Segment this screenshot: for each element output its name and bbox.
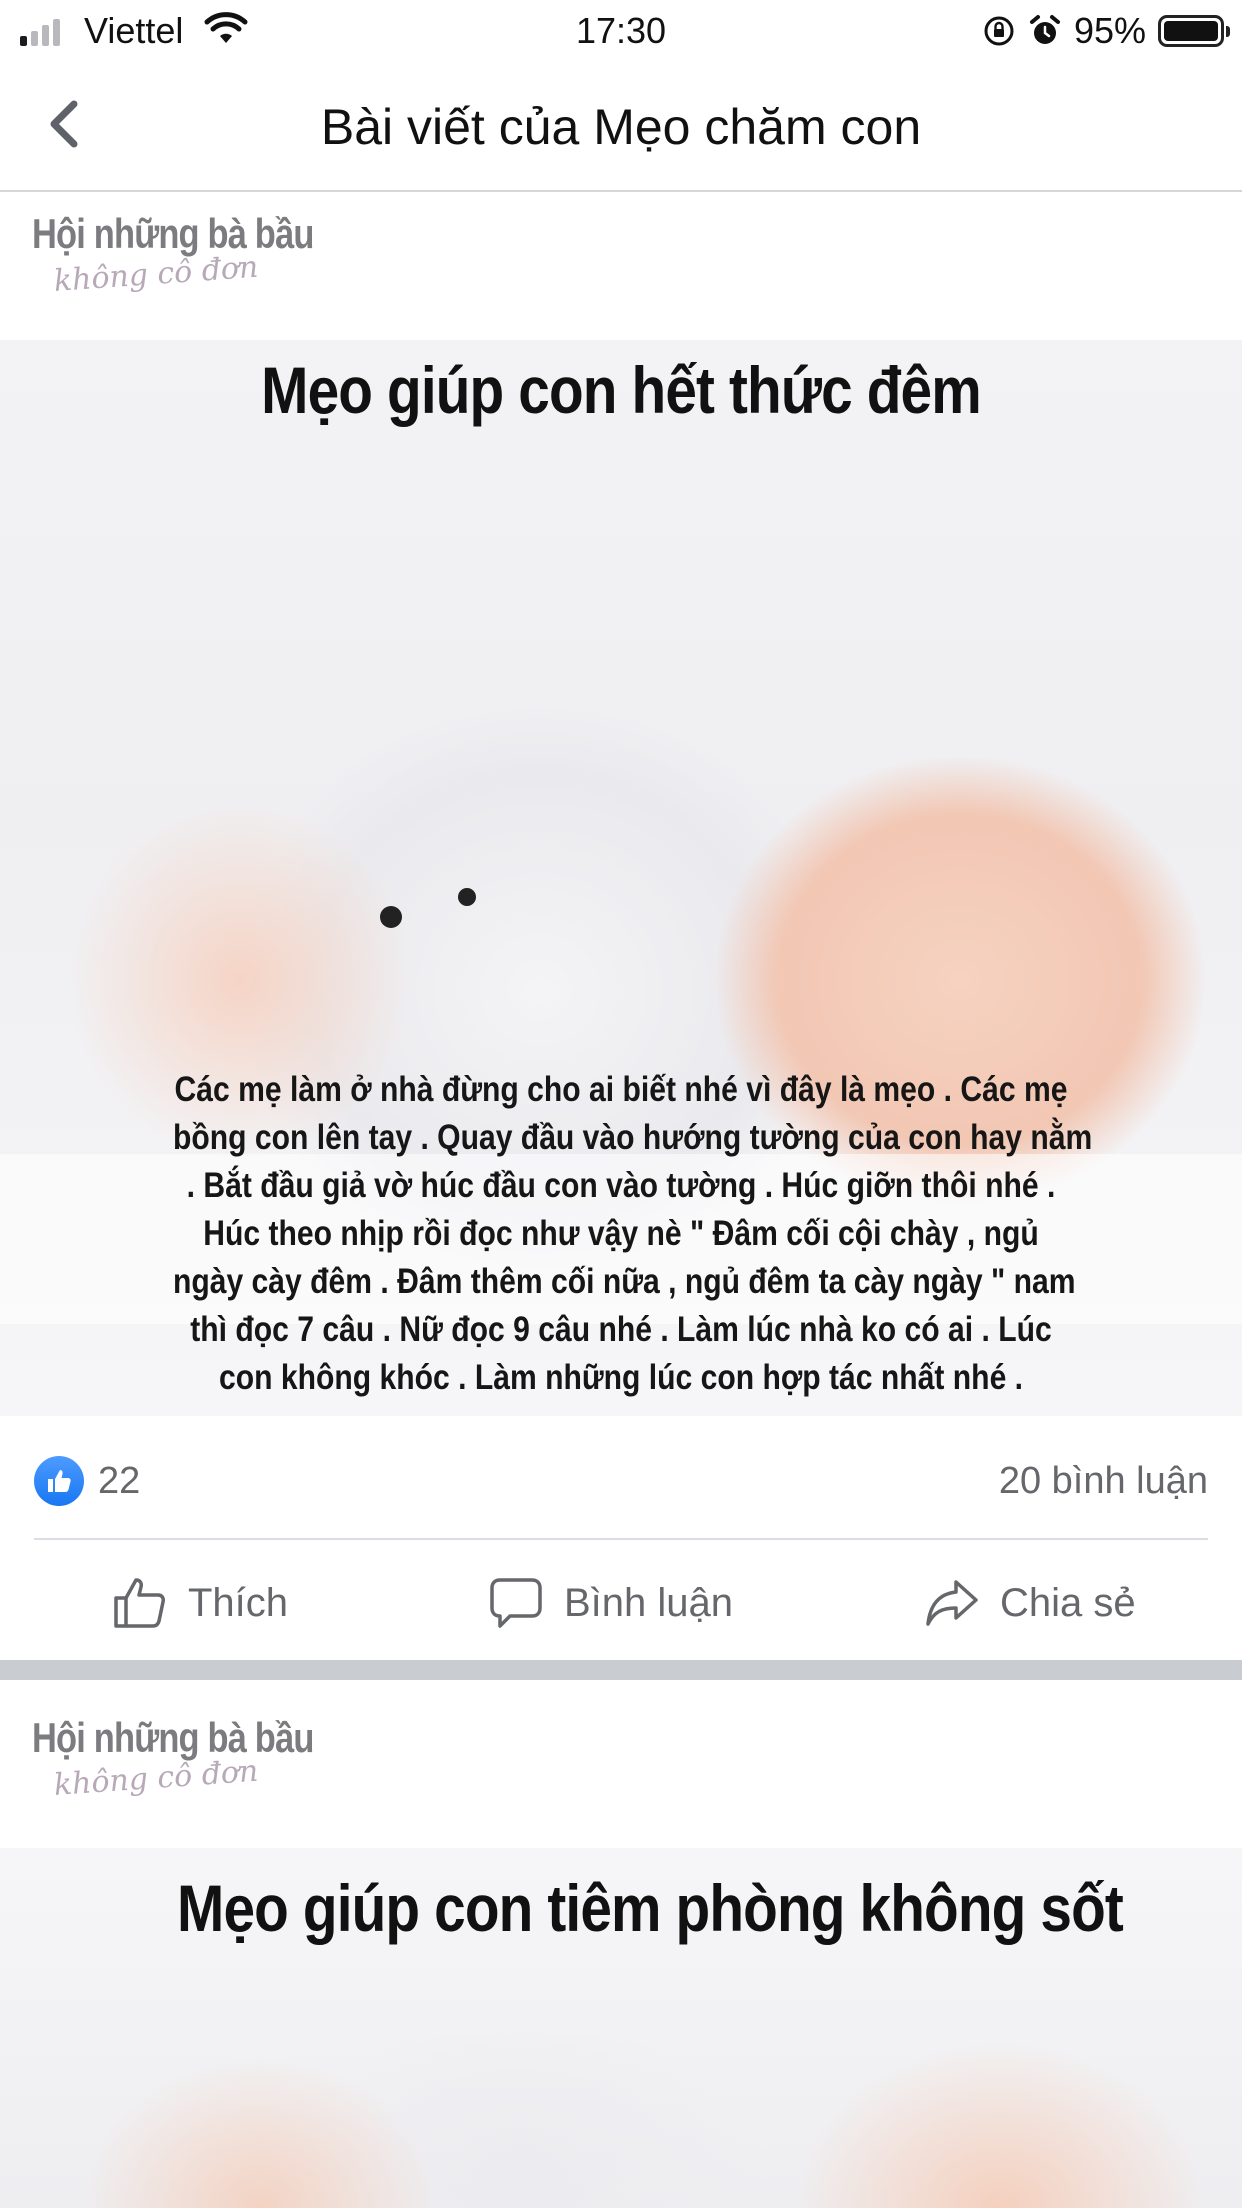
- caption-line: . Bắt đầu giả vờ húc đầu con vào tường .…: [186, 1166, 1056, 1205]
- caption-line: Các mẹ làm ở nhà đừng cho ai biết nhé vì…: [174, 1070, 1068, 1109]
- caption-line: ngày cày đêm . Đâm thêm cối nữa , ngủ đê…: [172, 1262, 1076, 1301]
- post-actions: Thích Bình luận Chia sẻ: [0, 1560, 1242, 1646]
- watermark: Hội những bà bầu không cô đơn: [32, 1714, 375, 1803]
- share-arrow-icon: [926, 1580, 978, 1626]
- post-caption: Các mẹ làm ở nhà đừng cho ai biết nhé vì…: [100, 1066, 1142, 1402]
- post-image[interactable]: Hội những bà bầu không cô đơn Mẹo giúp c…: [0, 194, 1242, 1416]
- alarm-icon: [1029, 15, 1060, 44]
- like-reaction-icon[interactable]: [34, 1456, 84, 1506]
- post-headline: Mẹo giúp con hết thức đêm: [261, 353, 982, 427]
- share-button-label: Chia sẻ: [1000, 1580, 1136, 1625]
- page-title: Bài viết của Mẹo chăm con: [320, 99, 922, 155]
- caption-line: thì đọc 7 câu . Nữ đọc 9 câu nhé . Làm l…: [190, 1310, 1052, 1349]
- thumbs-up-icon: [114, 1578, 165, 1628]
- engagement-stats: 22 20 bình luận: [34, 1454, 1208, 1510]
- post-separator: [0, 1660, 1242, 1680]
- comment-count[interactable]: 20 bình luận: [999, 1460, 1208, 1503]
- comment-bubble-icon: [490, 1578, 542, 1628]
- toy-eye: [380, 906, 402, 928]
- like-button[interactable]: Thích: [112, 1560, 288, 1646]
- divider: [34, 1538, 1208, 1540]
- comment-button-label: Bình luận: [564, 1580, 734, 1625]
- post-image[interactable]: Hội những bà bầu không cô đơn Mẹo giúp c…: [0, 1680, 1242, 2208]
- caption-line: Húc theo nhịp rồi đọc như vậy nè " Đâm c…: [203, 1214, 1039, 1253]
- like-count[interactable]: 22: [98, 1460, 140, 1503]
- comment-button[interactable]: Bình luận: [488, 1560, 733, 1646]
- watermark: Hội những bà bầu không cô đơn: [32, 210, 375, 299]
- status-bar: Viettel 17:30 95%: [0, 0, 1242, 62]
- post-headline: Mẹo giúp con tiêm phòng không sốt: [177, 1871, 1124, 1945]
- toy-eye: [458, 888, 476, 906]
- nav-header: Bài viết của Mẹo chăm con: [0, 62, 1242, 192]
- caption-line: con không khóc . Làm những lúc con hợp t…: [218, 1358, 1024, 1397]
- battery-percent: 95%: [1073, 10, 1146, 51]
- caption-line: bồng con lên tay . Quay đầu vào hướng tư…: [172, 1118, 1093, 1157]
- like-button-label: Thích: [188, 1580, 289, 1625]
- share-button[interactable]: Chia sẻ: [924, 1560, 1136, 1646]
- battery-icon: [1158, 15, 1230, 47]
- orientation-lock-icon: [984, 16, 1014, 46]
